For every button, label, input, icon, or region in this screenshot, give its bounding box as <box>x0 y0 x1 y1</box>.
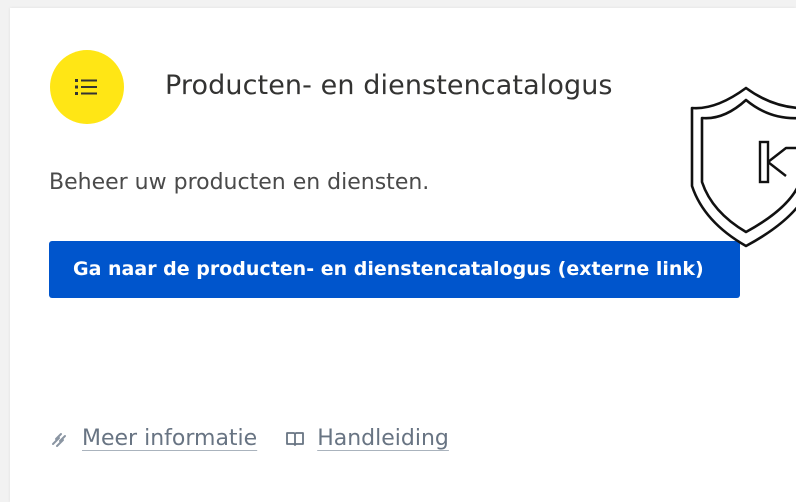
manual-link[interactable]: Handleiding <box>285 426 449 451</box>
more-info-label: Meer informatie <box>82 426 258 451</box>
shield-icon <box>688 82 796 258</box>
link-icon <box>50 429 70 449</box>
list-icon <box>75 79 97 95</box>
catalog-icon-circle <box>50 50 124 124</box>
open-catalog-button[interactable]: Ga naar de producten- en dienstencatalog… <box>49 241 740 298</box>
card-description: Beheer uw producten en diensten. <box>49 170 430 195</box>
book-icon <box>285 430 305 448</box>
manual-label: Handleiding <box>317 426 449 451</box>
more-info-link[interactable]: Meer informatie <box>50 426 257 451</box>
card-title: Producten- en dienstencatalogus <box>165 70 613 101</box>
catalog-card: Producten- en dienstencatalogus Beheer u… <box>10 8 796 502</box>
footer-links: Meer informatie Handleiding <box>50 426 449 451</box>
